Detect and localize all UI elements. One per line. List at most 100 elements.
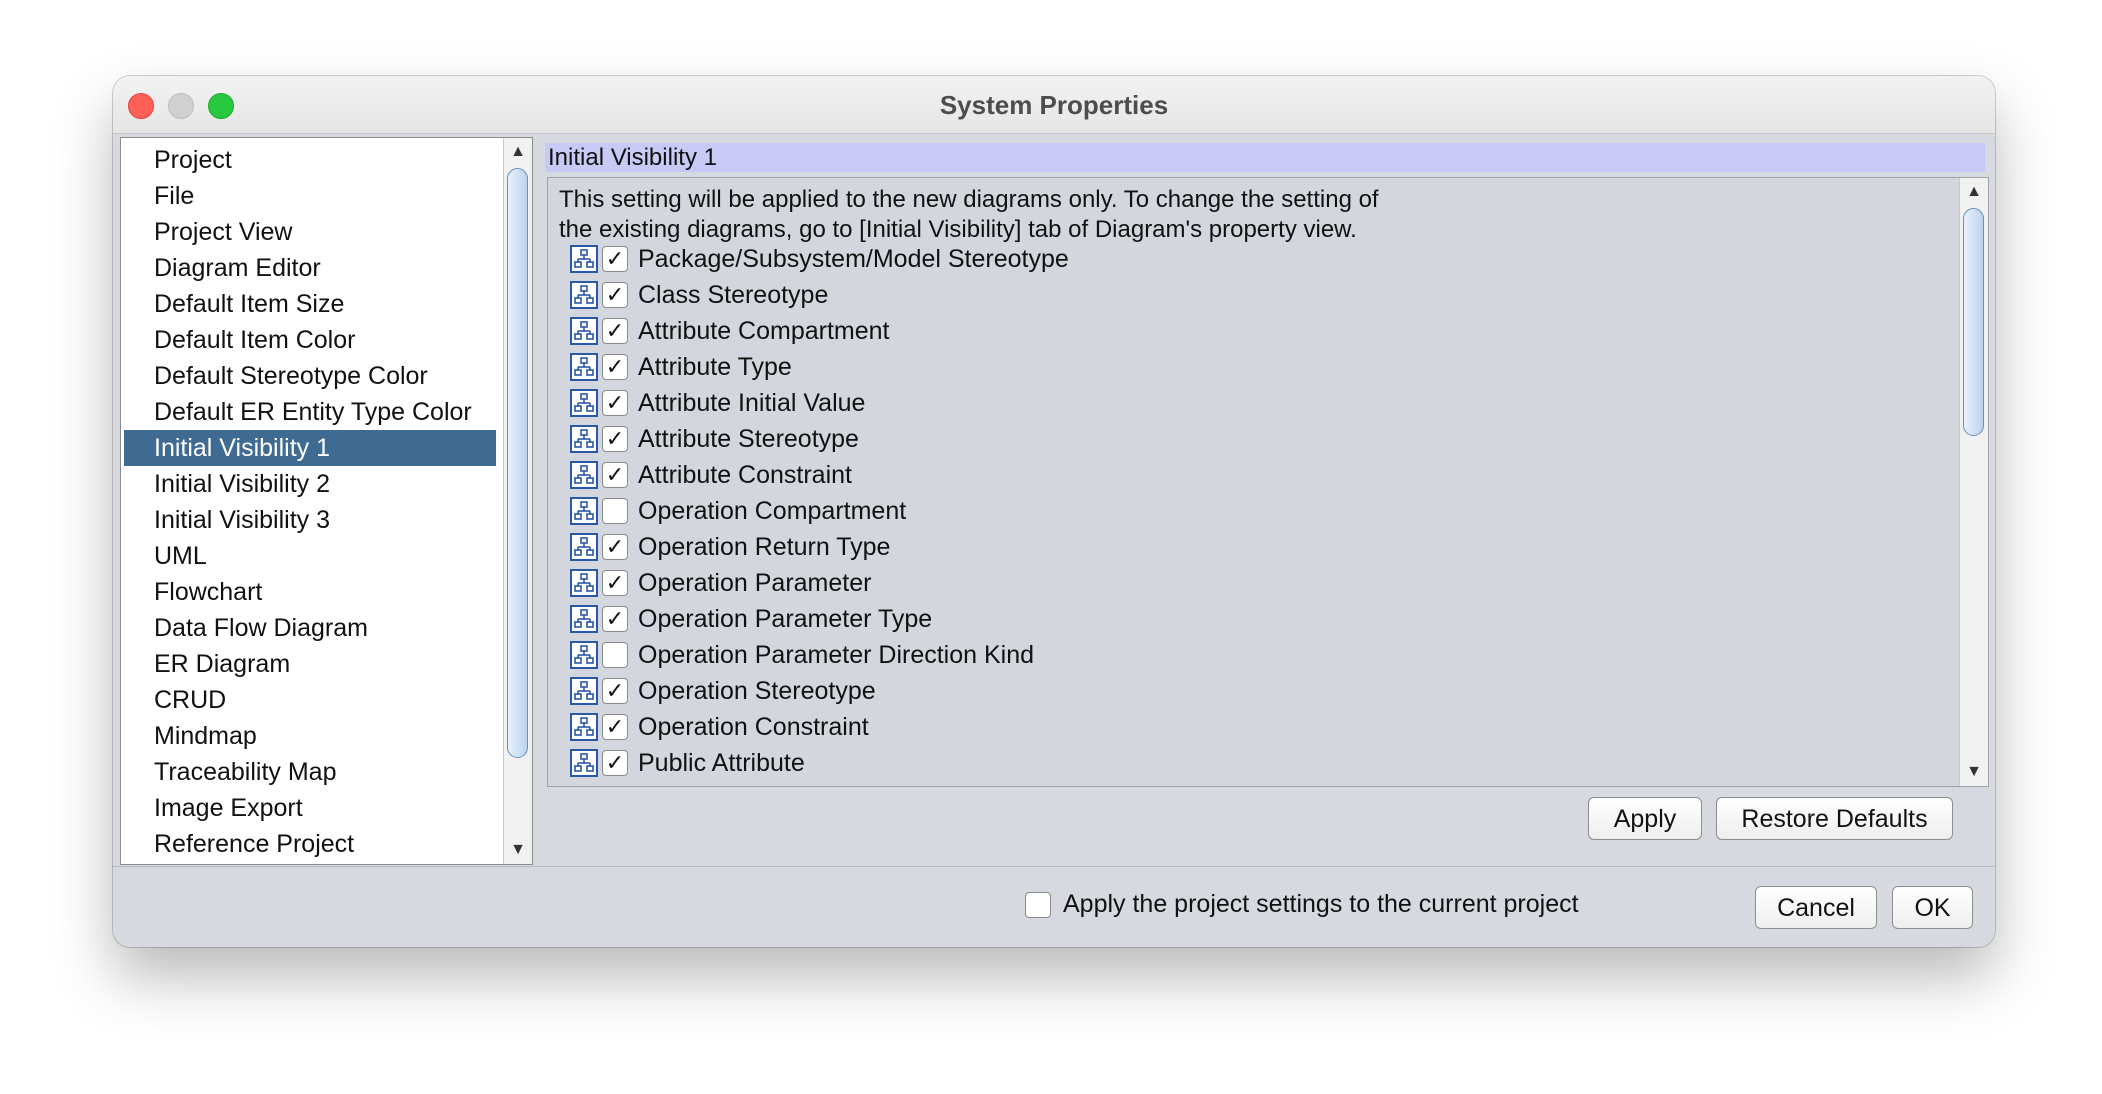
category-item[interactable]: CRUD: [121, 682, 499, 718]
visibility-checkbox[interactable]: ✓: [602, 750, 628, 776]
visibility-checkbox[interactable]: ✓: [602, 678, 628, 704]
visibility-setting-label: Package/Subsystem/Model Stereotype: [638, 244, 1069, 273]
visibility-setting-label: Attribute Type: [638, 352, 792, 381]
diagram-tree-icon[interactable]: [570, 533, 598, 561]
footer-divider: [113, 866, 1995, 867]
category-item[interactable]: Project View: [121, 214, 499, 250]
diagram-tree-icon[interactable]: [570, 353, 598, 381]
diagram-tree-icon[interactable]: [570, 389, 598, 417]
visibility-checkbox[interactable]: ✓: [602, 570, 628, 596]
visibility-setting-label: Operation Parameter Direction Kind: [638, 640, 1035, 669]
diagram-tree-icon[interactable]: [570, 677, 598, 705]
category-item[interactable]: Initial Visibility 2: [121, 466, 499, 502]
diagram-tree-icon[interactable]: [570, 245, 598, 273]
settings-description: This setting will be applied to the new …: [559, 185, 1559, 245]
visibility-checkbox[interactable]: ✓: [602, 282, 628, 308]
window-title: System Properties: [939, 90, 1169, 120]
category-list-panel: Project File Project View Diagram Editor Def…: [120, 137, 533, 865]
visibility-settings-list: ✓ Package/Subsystem/Model Stereotype ✓ Clas…: [570, 241, 1950, 781]
visibility-setting-label: Operation Constraint: [638, 712, 869, 741]
visibility-checkbox[interactable]: [602, 498, 628, 524]
visibility-checkbox[interactable]: ✓: [602, 354, 628, 380]
settings-scrollbar[interactable]: ▲ ▼: [1959, 178, 1988, 786]
title-bar: System Properties: [113, 76, 1995, 134]
visibility-setting-row: ✓ Attribute Type: [570, 349, 1950, 385]
visibility-checkbox[interactable]: ✓: [602, 318, 628, 344]
visibility-setting-label: Operation Parameter Type: [638, 604, 933, 633]
diagram-tree-icon[interactable]: [570, 317, 598, 345]
visibility-setting-label: Attribute Compartment: [638, 316, 890, 345]
visibility-setting-label: Class Stereotype: [638, 280, 829, 309]
category-item[interactable]: Initial Visibility 3: [121, 502, 499, 538]
visibility-checkbox[interactable]: ✓: [602, 462, 628, 488]
visibility-setting-row: ✓ Public Attribute: [570, 745, 1950, 781]
settings-scroll-thumb[interactable]: [1963, 208, 1984, 436]
system-properties-dialog: System Properties Project File Project Vie…: [113, 76, 1995, 947]
category-item[interactable]: Project: [121, 142, 499, 178]
visibility-checkbox[interactable]: ✓: [602, 246, 628, 272]
category-scroll-thumb[interactable]: [507, 168, 528, 758]
scroll-up-arrow-icon[interactable]: ▲: [504, 138, 532, 166]
diagram-tree-icon[interactable]: [570, 461, 598, 489]
visibility-setting-row: ✓ Attribute Stereotype: [570, 421, 1950, 457]
restore-defaults-button[interactable]: Restore Defaults: [1716, 797, 1953, 840]
category-scrollbar[interactable]: ▲ ▼: [503, 138, 532, 864]
category-item[interactable]: UML: [121, 538, 499, 574]
category-item[interactable]: Mindmap: [121, 718, 499, 754]
description-line-1: This setting will be applied to the new …: [559, 186, 1379, 213]
category-item[interactable]: Diagram Editor: [121, 250, 499, 286]
visibility-checkbox[interactable]: ✓: [602, 606, 628, 632]
category-item[interactable]: Data Flow Diagram: [121, 610, 499, 646]
visibility-setting-label: Operation Stereotype: [638, 676, 876, 705]
apply-project-checkbox[interactable]: [1025, 891, 1051, 918]
visibility-setting-row: Operation Parameter Direction Kind: [570, 637, 1950, 673]
panel-header: Initial Visibility 1: [545, 143, 1985, 172]
visibility-setting-label: Operation Compartment: [638, 496, 907, 525]
category-item[interactable]: ER Diagram: [121, 646, 499, 682]
diagram-tree-icon[interactable]: [570, 425, 598, 453]
apply-project-settings-option[interactable]: Apply the project settings to the curren…: [1025, 890, 1579, 919]
category-item[interactable]: Default Stereotype Color: [121, 358, 499, 394]
diagram-tree-icon[interactable]: [570, 713, 598, 741]
visibility-setting-row: ✓ Operation Return Type: [570, 529, 1950, 565]
apply-project-label: Apply the project settings to the curren…: [1063, 890, 1579, 918]
visibility-setting-label: Attribute Initial Value: [638, 388, 866, 417]
visibility-checkbox[interactable]: ✓: [602, 390, 628, 416]
category-item[interactable]: Traceability Map: [121, 754, 499, 790]
visibility-setting-row: ✓ Operation Parameter Type: [570, 601, 1950, 637]
ok-button[interactable]: OK: [1892, 886, 1973, 929]
diagram-tree-icon[interactable]: [570, 569, 598, 597]
visibility-checkbox[interactable]: [602, 642, 628, 668]
visibility-setting-row: ✓ Package/Subsystem/Model Stereotype: [570, 241, 1950, 277]
diagram-tree-icon[interactable]: [570, 281, 598, 309]
settings-panel: This setting will be applied to the new …: [547, 177, 1989, 787]
visibility-setting-label: Attribute Stereotype: [638, 424, 859, 453]
diagram-tree-icon[interactable]: [570, 605, 598, 633]
visibility-setting-label: Operation Return Type: [638, 532, 891, 561]
category-item[interactable]: Reference Project: [121, 826, 499, 862]
visibility-checkbox[interactable]: ✓: [602, 426, 628, 452]
category-item[interactable]: Initial Visibility 1: [124, 430, 496, 466]
visibility-setting-label: Attribute Constraint: [638, 460, 852, 489]
visibility-setting-row: ✓ Attribute Initial Value: [570, 385, 1950, 421]
category-item[interactable]: Flowchart: [121, 574, 499, 610]
visibility-checkbox[interactable]: ✓: [602, 534, 628, 560]
diagram-tree-icon[interactable]: [570, 749, 598, 777]
visibility-checkbox[interactable]: ✓: [602, 714, 628, 740]
visibility-setting-row: ✓ Attribute Compartment: [570, 313, 1950, 349]
cancel-button[interactable]: Cancel: [1755, 886, 1877, 929]
category-item[interactable]: Default Item Size: [121, 286, 499, 322]
category-item[interactable]: Default ER Entity Type Color: [121, 394, 499, 430]
scroll-down-arrow-icon[interactable]: ▼: [1960, 758, 1988, 786]
scroll-down-arrow-icon[interactable]: ▼: [504, 836, 532, 864]
diagram-tree-icon[interactable]: [570, 641, 598, 669]
visibility-setting-label: Public Attribute: [638, 748, 805, 777]
apply-button[interactable]: Apply: [1588, 797, 1702, 840]
visibility-setting-row: ✓ Operation Stereotype: [570, 673, 1950, 709]
scroll-up-arrow-icon[interactable]: ▲: [1960, 178, 1988, 206]
visibility-setting-label: Operation Parameter: [638, 568, 872, 597]
diagram-tree-icon[interactable]: [570, 497, 598, 525]
category-item[interactable]: File: [121, 178, 499, 214]
category-item[interactable]: Image Export: [121, 790, 499, 826]
category-item[interactable]: Default Item Color: [121, 322, 499, 358]
